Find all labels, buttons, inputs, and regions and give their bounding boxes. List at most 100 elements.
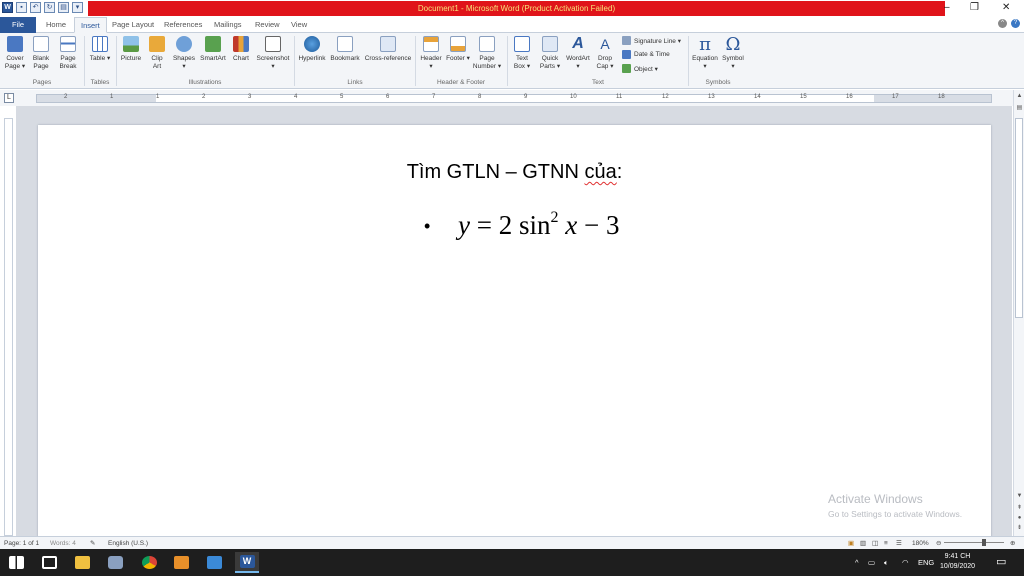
window-title: Document1 - Microsoft Word (Product Acti… [88,1,945,16]
previous-page-icon[interactable]: ⇞ [1015,504,1024,513]
quick-parts-icon [542,36,558,52]
page-break-button[interactable]: Page Break [56,36,80,71]
tab-insert[interactable]: Insert [74,17,107,33]
word-count[interactable]: Words: 4 [50,539,76,548]
windows-icon[interactable] [4,552,28,573]
mail-icon[interactable] [202,552,226,573]
full-screen-reading-icon[interactable]: ▥ [860,539,866,548]
outline-icon[interactable]: ≡ [884,539,888,548]
word-app-icon[interactable]: W [2,2,13,13]
zoom-slider[interactable] [944,542,1004,543]
drop-cap-icon: A [600,36,610,52]
chart-button[interactable]: Chart [231,36,251,63]
zoom-out-button[interactable]: ⊖ [936,539,941,548]
vertical-scrollbar[interactable]: ▲ ▤ ▼ ⇞ ● ⇟ [1013,90,1024,536]
scrollbar-thumb[interactable] [1015,118,1023,318]
tab-home[interactable]: Home [40,17,72,33]
zoom-in-button[interactable]: ⊕ [1010,539,1015,548]
web-layout-icon[interactable]: ◫ [872,539,878,548]
signature-line-button[interactable]: Signature Line ▾ [622,36,681,45]
quick-access-toolbar: W ▪ ↶ ↻ ▤ ▾ [2,2,83,13]
object-button[interactable]: Object ▾ [622,64,658,73]
vertical-ruler[interactable] [4,118,13,536]
table-button[interactable]: Table ▾ [88,36,112,63]
customize-qat-icon[interactable]: ▾ [72,2,83,13]
picture-icon [123,36,139,52]
cross-reference-button[interactable]: Cross-reference [363,36,413,63]
tab-mailings[interactable]: Mailings [208,17,248,33]
next-page-icon[interactable]: ⇟ [1015,524,1024,533]
header-button[interactable]: Header ▾ [418,36,444,71]
ruler-number: 9 [524,94,528,100]
wordart-button[interactable]: A WordArt ▾ [565,36,591,71]
zoom-slider-handle[interactable] [982,539,986,546]
word-icon[interactable]: W [235,552,259,573]
equation-button[interactable]: π Equation ▾ [690,36,720,71]
bookmark-button[interactable]: Bookmark [329,36,361,63]
page-number-button[interactable]: Page Number ▾ [472,36,502,71]
document-area[interactable]: Tìm GTLN – GTNN của: • y = 2 sin2 x − 3 … [16,106,1012,536]
redo-icon[interactable]: ↻ [44,2,55,13]
system-clock[interactable]: 9:41 CH 10/09/2020 [940,552,975,572]
blank-page-button[interactable]: Blank Page [30,36,52,71]
zoom-level[interactable]: 180% [912,539,929,548]
print-preview-icon[interactable]: ▤ [58,2,69,13]
title-bar: W ▪ ↶ ↻ ▤ ▾ Document1 - Microsoft Word (… [0,0,1024,17]
tray-chevron-icon[interactable]: ^ [855,558,859,567]
tab-selector[interactable]: L [4,93,14,103]
undo-icon[interactable]: ↶ [30,2,41,13]
document-page[interactable]: Tìm GTLN – GTNN của: • y = 2 sin2 x − 3 … [38,125,991,536]
ruler-toggle-icon[interactable]: ▤ [1015,104,1024,113]
battery-icon[interactable]: ▭ [868,558,875,567]
tab-file[interactable]: File [0,17,36,33]
heading-colon: : [616,161,623,183]
chrome-icon[interactable] [137,552,161,573]
tab-review[interactable]: Review [249,17,286,33]
scroll-down-arrow[interactable]: ▼ [1015,492,1024,501]
restore-button[interactable]: ❐ [970,2,979,14]
minimize-ribbon-icon[interactable]: ^ [998,19,1007,28]
page-count[interactable]: Page: 1 of 1 [4,539,39,548]
screenshot-button[interactable]: Screenshot ▾ [255,36,291,71]
camera-icon[interactable] [103,552,127,573]
clip-art-button[interactable]: Clip Art [147,36,167,71]
task-view-icon[interactable] [37,552,61,573]
scroll-up-arrow[interactable]: ▲ [1015,92,1024,101]
ruler-number: 4 [294,94,298,100]
help-icon[interactable]: ? [1011,19,1020,28]
table-icon [92,36,108,52]
page-break-icon [60,36,76,52]
wifi-icon[interactable]: ◠ [902,558,909,567]
smartart-button[interactable]: SmartArt [199,36,227,63]
horizontal-ruler[interactable]: L 2 1 1 2 3 4 5 6 7 8 9 10 11 12 13 14 15 16 17 18 [0,90,1024,106]
select-browse-object-icon[interactable]: ● [1015,514,1024,523]
hyperlink-button[interactable]: Hyperlink [297,36,327,63]
text-box-button[interactable]: Text Box ▾ [510,36,534,71]
quick-parts-button[interactable]: Quick Parts ▾ [537,36,563,71]
minimize-button[interactable]: – [944,2,950,14]
tab-references[interactable]: References [158,17,208,33]
tab-page-layout[interactable]: Page Layout [106,17,160,33]
file-explorer-icon[interactable] [70,552,94,573]
notification-icon[interactable]: ▭ [996,555,1006,568]
shapes-button[interactable]: Shapes ▾ [172,36,196,71]
equation[interactable]: y = 2 sin2 x − 3 [458,209,619,241]
tab-view[interactable]: View [285,17,313,33]
group-label-header-footer: Header & Footer [436,79,486,86]
close-button[interactable]: ✕ [1002,2,1010,14]
symbol-button[interactable]: Ω Symbol ▾ [720,36,746,71]
proofing-icon[interactable]: ✎ [90,539,95,548]
picture-button[interactable]: Picture [119,36,143,63]
language-indicator[interactable]: English (U.S.) [108,539,148,548]
date-time-button[interactable]: Date & Time [622,50,670,59]
media-player-icon[interactable] [169,552,193,573]
ruler-number: 3 [248,94,252,100]
drop-cap-button[interactable]: A Drop Cap ▾ [593,36,617,71]
save-icon[interactable]: ▪ [16,2,27,13]
volume-icon[interactable]: 🔈︎ [884,558,889,568]
footer-button[interactable]: Footer ▾ [446,36,470,63]
input-language[interactable]: ENG [918,558,934,567]
print-layout-icon[interactable]: ▣ [848,539,854,548]
draft-icon[interactable]: ☰ [896,539,902,548]
cover-page-button[interactable]: Cover Page ▾ [4,36,26,71]
